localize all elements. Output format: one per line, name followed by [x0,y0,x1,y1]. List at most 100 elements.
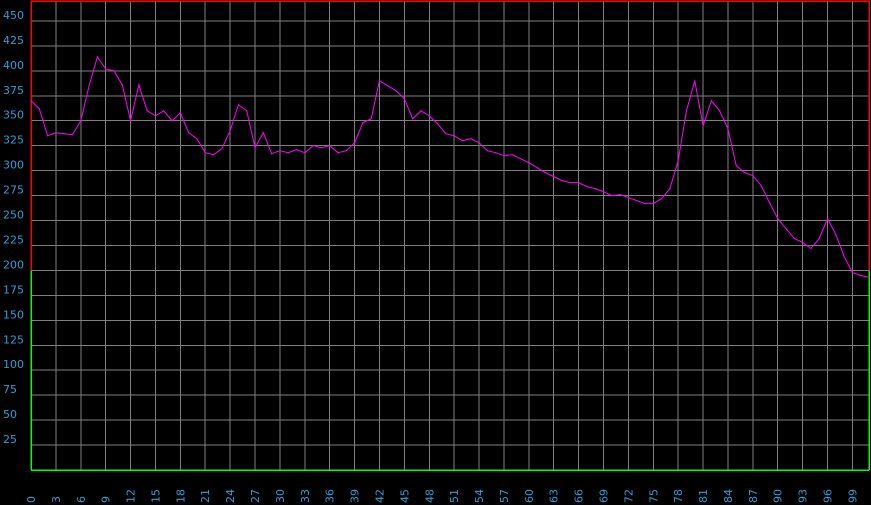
y-tick-label: 300 [3,159,24,172]
data-point [652,202,654,205]
data-point [685,110,688,112]
data-point [171,120,173,122]
data-point [279,150,281,152]
data-point [760,185,762,187]
x-tick-label: 9 [100,496,113,503]
data-point [38,108,40,110]
data-point [55,132,57,134]
data-point [329,145,331,147]
data-point [345,150,347,152]
data-point [428,115,430,117]
x-tick-label: 39 [349,489,362,503]
data-point [229,130,231,132]
data-point [163,110,165,112]
data-point [105,68,107,70]
y-tick-label: 75 [3,383,17,396]
data-point [412,118,414,120]
x-tick-label: 51 [448,489,461,503]
data-point [710,100,712,102]
data-point [835,233,837,236]
data-point [337,152,339,154]
data-point [702,125,704,127]
data-point [71,134,74,136]
data-point [644,202,646,205]
data-point [503,155,505,157]
data-point [304,152,306,154]
data-point [436,123,439,125]
data-point [188,132,190,134]
data-point [826,217,829,220]
data-point [63,133,65,135]
x-tick-label: 15 [149,489,162,503]
data-point [113,70,115,72]
data-point [602,190,605,193]
x-tick-label: 96 [822,489,835,503]
data-point [271,153,273,155]
data-point [221,148,223,150]
data-point [129,120,132,122]
data-point [46,135,49,137]
y-tick-label: 125 [3,333,24,346]
x-tick-label: 78 [672,489,685,503]
data-point [461,140,464,142]
data-point [611,194,613,197]
data-point [495,152,497,154]
data-point [818,237,820,240]
data-point [121,84,123,86]
data-point [453,135,455,137]
data-point [561,180,563,182]
data-point [860,274,862,277]
x-tick-label: 33 [299,489,312,503]
y-tick-label: 250 [3,209,24,222]
y-tick-label: 225 [3,233,24,246]
data-point [295,149,298,151]
y-tick-label: 275 [3,184,24,197]
x-tick-label: 60 [523,489,536,503]
x-tick-label: 3 [50,496,63,503]
y-tick-label: 325 [3,134,24,147]
x-tick-label: 42 [373,489,386,503]
x-tick-label: 84 [722,489,735,503]
x-tick-label: 48 [423,489,436,503]
data-point [752,175,754,177]
y-tick-label: 50 [3,408,17,421]
data-point [768,201,771,204]
x-tick-label: 54 [473,489,486,503]
x-tick-label: 90 [772,489,785,503]
data-point [353,142,356,144]
x-tick-label: 30 [274,489,287,503]
data-point [212,154,215,156]
data-point [470,138,472,140]
data-point [237,104,240,106]
x-tick-label: 72 [622,489,635,503]
x-tick-label: 66 [573,489,586,503]
data-point [30,100,32,102]
data-point [660,197,663,200]
data-point [528,162,530,164]
data-point [777,217,779,220]
data-point [387,85,389,87]
y-tick-label: 450 [3,9,24,22]
x-tick-label: 45 [398,489,411,503]
y-tick-label: 175 [3,283,24,296]
x-tick-label: 87 [747,489,760,503]
x-tick-label: 57 [498,489,511,503]
data-point [519,158,522,160]
data-point [594,188,596,190]
data-point [793,237,795,240]
data-point [138,84,140,86]
data-point [403,98,405,100]
data-point [445,133,447,135]
data-point [536,167,538,169]
data-point [154,115,157,117]
x-tick-label: 27 [249,489,262,503]
data-point [743,172,746,174]
x-tick-label: 6 [75,496,88,503]
data-point [370,118,372,120]
x-tick-label: 63 [548,489,561,503]
data-point [196,138,198,140]
data-point [544,172,547,174]
data-point [254,147,256,149]
data-point [395,90,397,92]
data-point [362,122,364,124]
